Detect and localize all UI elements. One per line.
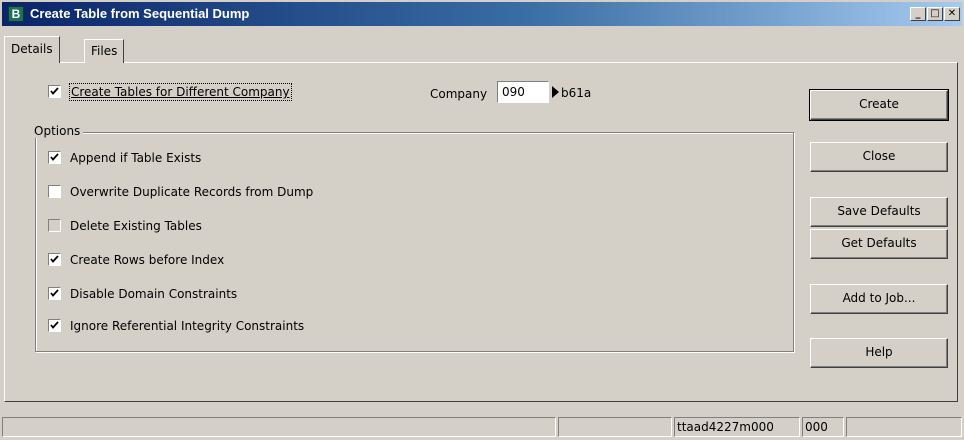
create-rows-before-index-label: Create Rows before Index xyxy=(70,253,225,267)
add-to-job-button[interactable]: Add to Job... xyxy=(810,284,948,314)
company-label: Company xyxy=(430,87,488,101)
minimize-icon: _ xyxy=(915,8,921,19)
close-icon: ✕ xyxy=(947,8,957,19)
tab-files[interactable]: Files xyxy=(84,39,125,63)
maximize-icon: □ xyxy=(930,8,940,19)
tab-details[interactable]: Details xyxy=(4,36,60,63)
disable-domain-constraints-checkbox[interactable] xyxy=(48,287,61,300)
checkmark-icon xyxy=(50,87,59,95)
options-group-title: Options xyxy=(31,124,84,138)
different-company-label: Create Tables for Different Company xyxy=(69,83,292,101)
checkmark-icon xyxy=(50,255,59,263)
tab-details-label: Details xyxy=(11,42,53,56)
company-input[interactable] xyxy=(497,81,549,103)
checkmark-icon xyxy=(50,321,59,329)
append-if-exists-label: Append if Table Exists xyxy=(70,151,202,165)
status-message xyxy=(2,417,556,437)
append-if-exists-checkbox[interactable] xyxy=(48,151,61,164)
ignore-referential-integrity-label: Ignore Referential Integrity Constraints xyxy=(70,319,305,333)
baan-app-icon: B xyxy=(8,6,24,22)
minimize-button[interactable]: _ xyxy=(910,7,926,21)
save-defaults-button[interactable]: Save Defaults xyxy=(810,197,948,227)
help-button[interactable]: Help xyxy=(810,338,948,368)
status-cell-extra xyxy=(846,417,962,437)
status-session-code: ttaad4227m000 xyxy=(674,417,800,437)
different-company-checkbox[interactable] xyxy=(48,85,61,98)
maximize-button[interactable]: □ xyxy=(927,7,943,21)
overwrite-duplicates-label: Overwrite Duplicate Records from Dump xyxy=(70,185,314,199)
delete-existing-checkbox xyxy=(48,219,61,232)
tab-files-label: Files xyxy=(91,44,118,58)
dialog-window: B Create Table from Sequential Dump _ □ … xyxy=(0,0,964,440)
company-description: b61a xyxy=(561,86,592,100)
checkmark-icon xyxy=(50,289,59,297)
status-cell-empty xyxy=(558,417,672,437)
ignore-referential-integrity-checkbox[interactable] xyxy=(48,319,61,332)
get-defaults-button[interactable]: Get Defaults xyxy=(810,229,948,259)
status-bar: ttaad4227m000 000 xyxy=(0,414,964,440)
close-window-button[interactable]: ✕ xyxy=(944,7,960,21)
checkmark-icon xyxy=(50,153,59,161)
window-title: Create Table from Sequential Dump xyxy=(30,6,250,21)
zoom-arrow-icon[interactable] xyxy=(552,86,559,98)
title-bar[interactable]: B Create Table from Sequential Dump _ □ … xyxy=(2,2,962,26)
disable-domain-constraints-label: Disable Domain Constraints xyxy=(70,287,238,301)
delete-existing-label: Delete Existing Tables xyxy=(70,219,202,233)
create-button[interactable]: Create xyxy=(809,89,949,121)
close-button[interactable]: Close xyxy=(810,142,948,172)
overwrite-duplicates-checkbox[interactable] xyxy=(48,185,61,198)
status-company-code: 000 xyxy=(802,417,844,437)
create-rows-before-index-checkbox[interactable] xyxy=(48,253,61,266)
